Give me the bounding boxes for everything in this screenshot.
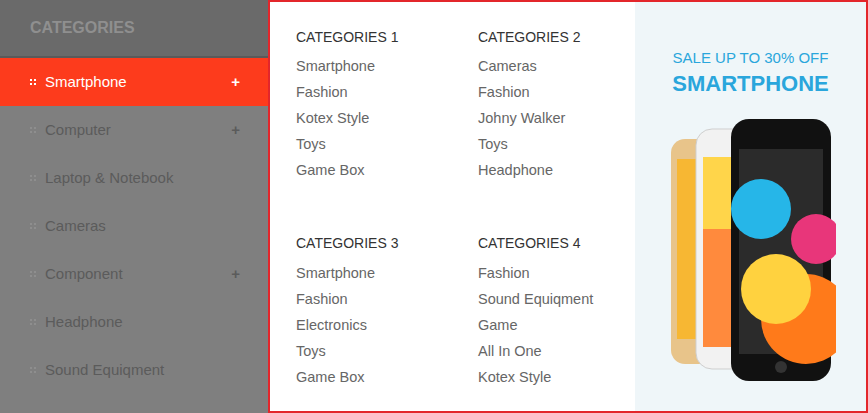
mega-menu-screen: CATEGORIES Smartphone + Computer + Laptop & N… — [0, 0, 868, 413]
bullet-icon — [30, 271, 36, 277]
menu-group-title: CATEGORIES 3 — [296, 227, 478, 261]
mega-menu-panel: CATEGORIES 1SmartphoneFashionKotex Style… — [268, 0, 868, 413]
sidebar-item-label: Computer — [45, 119, 222, 142]
promo-product: SMARTPHONE — [672, 70, 828, 98]
menu-link[interactable]: Johny Walker — [478, 106, 635, 132]
sidebar-item-label: Cameras — [45, 215, 240, 238]
menu-link[interactable]: Sound Equiqment — [478, 287, 635, 313]
menu-link[interactable]: Headphone — [478, 158, 635, 184]
bullet-icon — [30, 367, 36, 373]
bullet-icon — [30, 127, 36, 133]
menu-link[interactable]: Kotex Style — [478, 365, 635, 391]
menu-link[interactable]: Game — [478, 313, 635, 339]
menu-link[interactable]: Game Box — [296, 158, 478, 184]
promo-headline: SALE UP TO 30% OFF — [673, 47, 829, 70]
sidebar-item[interactable]: Smartphone + — [0, 58, 268, 106]
bullet-icon — [30, 175, 36, 181]
menu-link[interactable]: All In One — [478, 339, 635, 365]
menu-link[interactable]: Smartphone — [296, 54, 478, 80]
sidebar-item[interactable]: Computer + — [0, 106, 268, 154]
sidebar-item-label: Headphone — [45, 311, 240, 334]
promo-banner[interactable]: SALE UP TO 30% OFFSMARTPHONE — [635, 2, 866, 411]
sidebar-item[interactable]: Cameras — [0, 202, 268, 250]
menu-link[interactable]: Kotex Style — [296, 106, 478, 132]
menu-link[interactable]: Toys — [296, 339, 478, 365]
sidebar-item[interactable]: Sound Equiqment — [0, 346, 268, 394]
smartphones-icon — [666, 119, 836, 384]
promo-image — [666, 119, 836, 384]
sidebar-item-label: Laptop & Notebook — [45, 167, 240, 190]
menu-group: CATEGORIES 2CamerasFashionJohny WalkerTo… — [478, 20, 635, 205]
bullet-icon — [30, 223, 36, 229]
menu-link[interactable]: Toys — [478, 132, 635, 158]
menu-link[interactable]: Toys — [296, 132, 478, 158]
sidebar-item-label: Smartphone — [45, 71, 222, 94]
sidebar-title: CATEGORIES — [30, 16, 135, 40]
menu-link[interactable]: Fashion — [478, 80, 635, 106]
menu-group-title: CATEGORIES 1 — [296, 20, 478, 54]
expand-icon[interactable]: + — [231, 119, 240, 142]
sidebar-item-label: Sound Equiqment — [45, 359, 240, 382]
menu-link[interactable]: Fashion — [296, 287, 478, 313]
sidebar-item[interactable]: Component + — [0, 250, 268, 298]
sidebar-item[interactable]: Headphone — [0, 298, 268, 346]
sidebar-item[interactable]: Laptop & Notebook — [0, 154, 268, 202]
menu-link[interactable]: Game Box — [296, 365, 478, 391]
menu-link[interactable]: Fashion — [478, 261, 635, 287]
menu-group: CATEGORIES 3SmartphoneFashionElectronics… — [296, 227, 478, 412]
menu-link[interactable]: Electronics — [296, 313, 478, 339]
sidebar-item-label: Component — [45, 263, 222, 286]
expand-icon[interactable]: + — [231, 263, 240, 286]
menu-link[interactable]: Cameras — [478, 54, 635, 80]
expand-icon[interactable]: + — [231, 71, 240, 94]
menu-group: CATEGORIES 4FashionSound EquiqmentGameAl… — [478, 227, 635, 412]
menu-groups: CATEGORIES 1SmartphoneFashionKotex Style… — [270, 2, 635, 411]
menu-group: CATEGORIES 1SmartphoneFashionKotex Style… — [296, 20, 478, 205]
menu-link[interactable]: Smartphone — [296, 261, 478, 287]
menu-link[interactable]: Fashion — [296, 80, 478, 106]
sidebar-header: CATEGORIES — [0, 0, 268, 58]
menu-group-title: CATEGORIES 4 — [478, 227, 635, 261]
menu-group-title: CATEGORIES 2 — [478, 20, 635, 54]
bullet-icon — [30, 319, 36, 325]
category-sidebar: CATEGORIES Smartphone + Computer + Laptop & N… — [0, 0, 268, 413]
bullet-icon — [30, 79, 36, 85]
